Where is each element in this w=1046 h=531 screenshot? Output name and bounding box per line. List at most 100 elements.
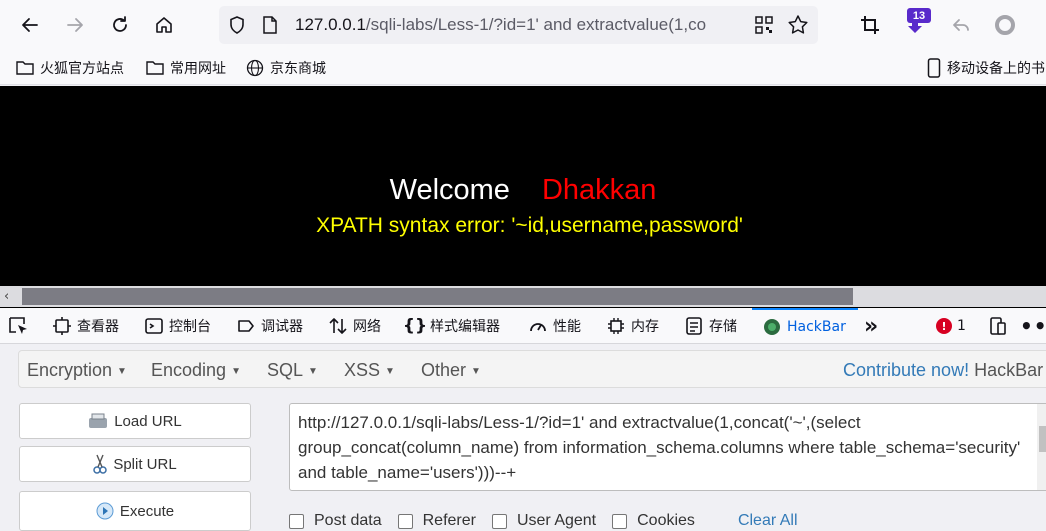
undo-button[interactable]	[946, 10, 976, 40]
referer-checkbox[interactable]	[397, 513, 413, 529]
menu-label: Other	[421, 360, 467, 380]
url-text[interactable]: 127.0.0.1/sqli-labs/Less-1/?id=1' and ex…	[295, 15, 750, 35]
shield-icon[interactable]	[227, 15, 247, 39]
address-bar[interactable]: 127.0.0.1/sqli-labs/Less-1/?id=1' and ex…	[219, 6, 818, 44]
cookies-option[interactable]: Cookies	[612, 512, 695, 530]
tab-console[interactable]: 控制台	[144, 308, 211, 344]
welcome-heading: Welcome Dhakkan	[0, 174, 1046, 207]
ellipsis-icon: •••	[1020, 314, 1046, 338]
error-count-label: 1	[957, 318, 966, 334]
url-host: 127.0.0.1	[295, 15, 366, 34]
devtools-tabbar: 查看器 控制台 调试器 网络 {} 样式编辑器 性能 内存 存储 HackBar…	[0, 308, 1046, 344]
caret-down-icon: ▼	[231, 365, 241, 377]
tab-inspector[interactable]: 查看器	[52, 308, 119, 344]
contribute-text: Contribute now!	[843, 360, 970, 380]
menu-sql[interactable]: SQL ▼	[267, 360, 318, 381]
crop-icon	[861, 16, 879, 34]
textarea-scrollbar[interactable]	[1037, 404, 1046, 490]
qr-code-icon[interactable]	[754, 15, 774, 39]
scrollbar-thumb[interactable]	[22, 288, 853, 305]
menu-xss[interactable]: XSS ▼	[344, 360, 395, 381]
menu-encoding[interactable]: Encoding ▼	[151, 360, 241, 381]
extensions-badge: 13	[907, 8, 931, 23]
bookmark-label: 京东商城	[270, 61, 326, 77]
globe-icon	[246, 59, 264, 77]
account-button[interactable]	[990, 10, 1020, 40]
url-textarea[interactable]: http://127.0.0.1/sqli-labs/Less-1/?id=1'…	[289, 403, 1046, 491]
url-path: /sqli-labs/Less-1/?id=1' and extractvalu…	[365, 15, 707, 34]
tab-label: HackBar	[787, 319, 846, 335]
mobile-bookmarks[interactable]: 移动设备上的书	[927, 58, 1045, 78]
responsive-design-button[interactable]	[988, 308, 1008, 344]
tab-label: 网络	[353, 319, 381, 335]
load-url-icon	[89, 413, 108, 428]
bookmark-item[interactable]: 火狐官方站点	[16, 58, 124, 78]
user-agent-checkbox[interactable]	[491, 513, 507, 529]
option-label: Cookies	[637, 512, 695, 529]
bookmark-label: 常用网址	[170, 61, 226, 77]
bookmark-item[interactable]: 常用网址	[146, 58, 226, 78]
bookmark-item[interactable]: 京东商城	[246, 58, 326, 78]
post-data-option[interactable]: Post data	[289, 512, 382, 530]
back-button[interactable]	[15, 10, 45, 40]
tab-storage[interactable]: 存储	[684, 308, 737, 344]
hackbar-brand: HackBar v	[974, 360, 1046, 380]
gauge-icon	[530, 323, 546, 332]
console-icon	[145, 318, 163, 334]
menu-encryption[interactable]: Encryption ▼	[27, 360, 127, 381]
error-icon: !	[936, 318, 952, 334]
horizontal-scrollbar[interactable]: ‹	[0, 286, 1046, 307]
load-url-button[interactable]: Load URL	[19, 403, 251, 439]
bookmarks-bar: 火狐官方站点 常用网址 京东商城 移动设备上的书	[0, 52, 1046, 85]
element-picker-button[interactable]	[8, 308, 30, 344]
scissors-icon	[93, 454, 108, 474]
execute-button[interactable]: Execute	[19, 491, 251, 531]
home-button[interactable]	[149, 10, 179, 40]
clear-all-link[interactable]: Clear All	[738, 512, 798, 530]
tab-debugger[interactable]: 调试器	[236, 308, 303, 344]
button-label: Split URL	[113, 455, 177, 473]
user-agent-option[interactable]: User Agent	[491, 512, 596, 530]
tab-memory[interactable]: 内存	[606, 308, 659, 344]
tab-label: 性能	[553, 319, 581, 335]
tab-network[interactable]: 网络	[328, 308, 381, 344]
memory-chip-icon	[608, 318, 624, 334]
error-count[interactable]: ! 1	[936, 308, 966, 344]
undo-arrow-icon	[953, 19, 969, 31]
tab-performance[interactable]: 性能	[528, 308, 581, 344]
more-tabs-button[interactable]: »	[864, 308, 878, 344]
scrollbar-thumb[interactable]	[1039, 426, 1046, 452]
button-label: Load URL	[114, 412, 182, 430]
storage-icon	[686, 317, 702, 335]
folder-icon	[146, 61, 164, 75]
tab-label: 内存	[631, 319, 659, 335]
screenshot-crop-button[interactable]	[855, 10, 885, 40]
page-info-icon[interactable]	[261, 15, 279, 39]
menu-other[interactable]: Other ▼	[421, 360, 481, 381]
referer-option[interactable]: Referer	[397, 512, 476, 530]
split-url-button[interactable]: Split URL	[19, 446, 251, 482]
bookmark-label: 火狐官方站点	[40, 61, 124, 77]
scroll-left-icon[interactable]: ‹	[4, 289, 9, 304]
braces-icon: {}	[402, 316, 428, 336]
menu-label: SQL	[267, 360, 304, 380]
tab-style-editor[interactable]: {} 样式编辑器	[402, 308, 500, 344]
button-label: Execute	[119, 502, 175, 520]
folder-icon	[16, 61, 34, 75]
contribute-link[interactable]: Contribute now! HackBar v	[843, 360, 1046, 381]
cookies-checkbox[interactable]	[612, 513, 628, 529]
chevrons-right-icon: »	[864, 313, 879, 339]
forward-button[interactable]	[60, 10, 90, 40]
tab-hackbar[interactable]: HackBar	[752, 308, 858, 344]
reload-button[interactable]	[105, 10, 135, 40]
hackbar-options: Post data Referer User Agent Cookies Cle…	[289, 511, 798, 531]
bookmark-star-icon[interactable]	[787, 14, 809, 40]
post-data-checkbox[interactable]	[289, 513, 304, 529]
hackbar-logo-icon	[764, 319, 780, 335]
reload-icon	[113, 16, 127, 32]
hackbar-menubar: Encryption ▼ Encoding ▼ SQL ▼ XSS ▼ Other ▼ C…	[18, 350, 1046, 388]
devtools-menu-button[interactable]: •••	[1020, 308, 1046, 344]
option-label: Post data	[314, 512, 382, 529]
welcome-name: Dhakkan	[541, 174, 657, 206]
caret-down-icon: ▼	[117, 365, 127, 377]
